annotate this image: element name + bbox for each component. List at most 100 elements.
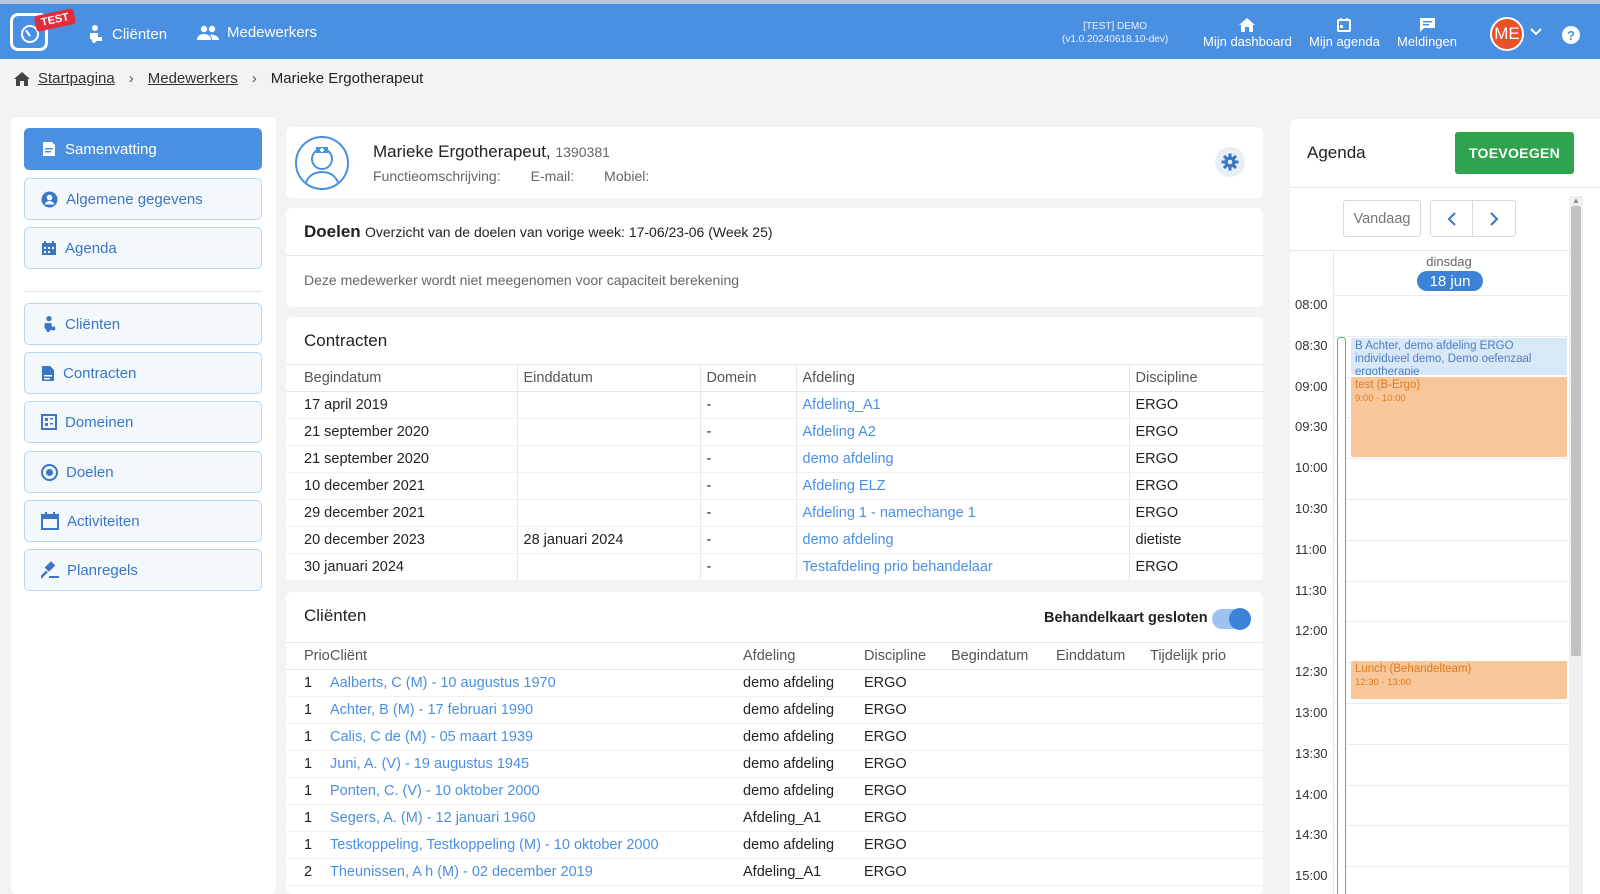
time-grid-line bbox=[1334, 825, 1569, 827]
target-icon bbox=[41, 463, 58, 481]
cell-client-link[interactable]: Aalberts, C (M) - 10 augustus 1970 bbox=[330, 669, 743, 697]
cell-einddatum bbox=[1056, 858, 1150, 886]
cell-begindatum: 10 december 2021 bbox=[286, 472, 517, 500]
email-label: E-mail: bbox=[530, 168, 575, 184]
cell-client-link[interactable]: Testkoppeling, Testkoppeling (M) - 10 ok… bbox=[330, 831, 743, 859]
contracten-title: Contracten bbox=[304, 331, 388, 350]
next-day-button[interactable] bbox=[1473, 201, 1515, 236]
cell-begindatum bbox=[951, 777, 1056, 805]
my-dashboard-link[interactable]: Mijn dashboard bbox=[1203, 18, 1292, 49]
behandelkaart-toggle[interactable] bbox=[1212, 608, 1251, 630]
cell-prio: 1 bbox=[286, 669, 330, 697]
cell-client-link[interactable]: Theunissen, A h (M) - 02 december 2019 bbox=[330, 858, 743, 886]
sidebar-item-clienten[interactable]: Cliënten bbox=[24, 303, 262, 345]
sidebar-item-planregels[interactable]: Planregels bbox=[24, 549, 262, 591]
day-date-badge[interactable]: 18 jun bbox=[1417, 271, 1483, 291]
mobile-label: Mobiel: bbox=[604, 168, 650, 184]
toggle-label: Behandelkaart gesloten bbox=[1044, 610, 1208, 626]
clienten-table: Prio Cliënt Afdeling Discipline Begindat… bbox=[286, 642, 1263, 886]
cell-client-link[interactable]: Segers, A. (M) - 12 januari 1960 bbox=[330, 804, 743, 832]
clienten-title: Cliënten bbox=[304, 606, 367, 625]
my-agenda-link[interactable]: Mijn agenda bbox=[1309, 18, 1380, 49]
today-button[interactable]: Vandaag bbox=[1343, 200, 1421, 237]
divider bbox=[286, 255, 1263, 256]
breadcrumb-medewerkers[interactable]: Medewerkers bbox=[148, 70, 238, 87]
cell-tijdelijk-prio bbox=[1150, 804, 1263, 832]
sidebar-item-activiteiten[interactable]: Activiteiten bbox=[24, 500, 262, 542]
calendar-event[interactable]: Lunch (Behandelteam) 12:30 - 13:00 bbox=[1351, 661, 1567, 699]
calendar-icon bbox=[42, 241, 56, 255]
previous-day-button[interactable] bbox=[1431, 201, 1474, 236]
cell-afdeling-link[interactable]: demo afdeling bbox=[795, 526, 1129, 554]
scroll-thumb[interactable] bbox=[1571, 206, 1581, 656]
cell-afdeling: demo afdeling bbox=[743, 750, 864, 778]
cell-domein: - bbox=[699, 553, 796, 581]
col-afdeling: Afdeling bbox=[743, 642, 864, 670]
user-avatar[interactable]: ME bbox=[1490, 17, 1524, 51]
sidebar-item-domeinen[interactable]: Domeinen bbox=[24, 401, 262, 443]
cell-afdeling-link[interactable]: Afdeling ELZ bbox=[795, 472, 1129, 500]
cell-afdeling-link[interactable]: Afdeling 1 - namechange 1 bbox=[795, 499, 1129, 527]
cell-afdeling-link[interactable]: Afdeling_A1 bbox=[795, 391, 1129, 419]
cell-prio: 2 bbox=[286, 858, 330, 886]
cell-begindatum: 17 april 2019 bbox=[286, 391, 517, 419]
add-appointment-button[interactable]: TOEVOEGEN bbox=[1455, 132, 1574, 174]
cell-begindatum: 30 januari 2024 bbox=[286, 553, 517, 581]
nav-clienten[interactable]: Cliënten bbox=[86, 24, 167, 44]
table-row: 10 december 2021 - Afdeling ELZ ERGO bbox=[286, 472, 1263, 500]
cell-discipline: ERGO bbox=[864, 777, 951, 805]
calendar-event[interactable]: B Achter, demo afdeling ERGO individueel… bbox=[1351, 338, 1567, 375]
home-icon[interactable] bbox=[14, 71, 30, 86]
event-title: Lunch (Behandelteam) bbox=[1355, 663, 1472, 675]
calendar-event[interactable]: test (B-Ergo) 9:00 - 10:00 bbox=[1351, 377, 1567, 457]
col-client: Cliënt bbox=[330, 642, 743, 670]
cell-prio: 1 bbox=[286, 723, 330, 751]
cell-domein: - bbox=[699, 472, 796, 500]
agenda-scrollbar[interactable]: ▲ bbox=[1569, 196, 1583, 894]
nav-medewerkers[interactable]: Medewerkers bbox=[197, 24, 317, 41]
settings-button[interactable] bbox=[1215, 147, 1245, 177]
notifications-link[interactable]: Meldingen bbox=[1397, 18, 1457, 49]
cell-client-link[interactable]: Juni, A. (V) - 19 augustus 1945 bbox=[330, 750, 743, 778]
cell-discipline: ERGO bbox=[1128, 499, 1263, 527]
chevron-down-icon[interactable] bbox=[1530, 28, 1542, 36]
sidebar-item-doelen[interactable]: Doelen bbox=[24, 451, 262, 493]
account-icon bbox=[41, 191, 58, 207]
col-begindatum: Begindatum bbox=[286, 364, 517, 392]
cell-domein: - bbox=[699, 418, 796, 446]
cell-begindatum: 20 december 2023 bbox=[286, 526, 517, 554]
divider bbox=[1290, 250, 1569, 251]
cell-prio: 1 bbox=[286, 831, 330, 859]
breadcrumb-home[interactable]: Startpagina bbox=[38, 70, 115, 87]
sidebar-item-agenda[interactable]: Agenda bbox=[24, 227, 262, 269]
cell-afdeling-link[interactable]: Afdeling A2 bbox=[795, 418, 1129, 446]
scroll-up-icon[interactable]: ▲ bbox=[1572, 196, 1580, 205]
cell-domein: - bbox=[699, 391, 796, 419]
table-row: 1 Calis, C de (M) - 05 maart 1939 demo afd… bbox=[286, 723, 1263, 751]
cell-discipline: ERGO bbox=[864, 696, 951, 724]
time-slot-label: 13:00 bbox=[1295, 705, 1328, 720]
sidebar-item-samenvatting[interactable]: Samenvatting bbox=[24, 128, 262, 170]
cell-client-link[interactable]: Ponten, C. (V) - 10 oktober 2000 bbox=[330, 777, 743, 805]
time-slot-label: 10:30 bbox=[1295, 501, 1328, 516]
cell-afdeling-link[interactable]: demo afdeling bbox=[795, 445, 1129, 473]
employee-name-block: Marieke Ergotherapeut, 1390381 bbox=[373, 142, 610, 162]
time-grid-line bbox=[1334, 621, 1569, 623]
sidebar-item-label: Algemene gegevens bbox=[66, 190, 203, 208]
chevron-right-icon: › bbox=[128, 70, 134, 87]
time-grid-line bbox=[1334, 580, 1569, 582]
cell-discipline: ERGO bbox=[1128, 418, 1263, 446]
cell-einddatum bbox=[516, 499, 700, 527]
help-icon[interactable]: ? bbox=[1562, 26, 1580, 44]
home-icon bbox=[1239, 18, 1256, 32]
day-name: dinsdag bbox=[1426, 254, 1472, 269]
cell-client-link[interactable]: Calis, C de (M) - 05 maart 1939 bbox=[330, 723, 743, 751]
sidebar-item-algemene-gegevens[interactable]: Algemene gegevens bbox=[24, 178, 262, 220]
sidebar-item-contracten[interactable]: Contracten bbox=[24, 352, 262, 394]
cell-afdeling-link[interactable]: Testafdeling prio behandelaar bbox=[795, 553, 1129, 581]
event-title: test (B-Ergo) bbox=[1355, 379, 1421, 391]
nav-clienten-label: Cliënten bbox=[112, 25, 168, 43]
time-slot-label: 10:00 bbox=[1295, 460, 1328, 476]
employee-id: 1390381 bbox=[555, 144, 610, 160]
cell-client-link[interactable]: Achter, B (M) - 17 februari 1990 bbox=[330, 696, 743, 724]
